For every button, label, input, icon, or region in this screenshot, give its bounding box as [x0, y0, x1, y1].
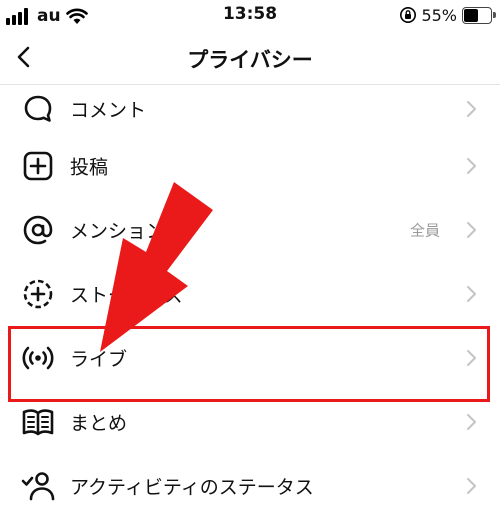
- privacy-settings-list: コメント 投稿 メンション 全員 ストーリーズ ライブ まとめ アクティビティの…: [0, 84, 500, 518]
- settings-item-posts[interactable]: 投稿: [0, 134, 500, 198]
- plus-square-icon: [23, 151, 53, 181]
- chevron-right-icon: [467, 414, 476, 430]
- guides-book-icon: [22, 409, 54, 436]
- settings-item-label: メンション: [70, 220, 166, 243]
- settings-item-label: まとめ: [70, 412, 128, 435]
- status-bar: au 13:58 55%: [0, 0, 500, 32]
- chevron-right-icon: [467, 101, 476, 117]
- settings-item-label: 投稿: [70, 156, 109, 179]
- page-title: プライバシー: [187, 48, 313, 72]
- story-plus-icon: [23, 279, 53, 309]
- comment-bubble-icon: [24, 95, 52, 122]
- settings-item-activity-status[interactable]: アクティビティのステータス: [0, 454, 500, 518]
- settings-item-stories[interactable]: ストーリーズ: [0, 262, 500, 326]
- chevron-right-icon: [467, 158, 476, 174]
- settings-item-value: 全員: [409, 221, 440, 240]
- settings-item-comments[interactable]: コメント: [0, 84, 500, 134]
- settings-item-label: ストーリーズ: [70, 284, 184, 307]
- highlight-box: [8, 326, 490, 402]
- chevron-right-icon: [467, 286, 476, 302]
- battery-percent: 55%: [421, 5, 457, 25]
- chevron-right-icon: [467, 478, 476, 494]
- settings-item-mentions[interactable]: メンション 全員: [0, 198, 500, 262]
- at-sign-icon: [23, 215, 53, 245]
- activity-user-check-icon: [21, 472, 55, 501]
- orientation-lock-icon: [400, 7, 417, 23]
- battery-icon: [462, 6, 496, 24]
- chevron-right-icon: [467, 222, 476, 238]
- settings-item-label: コメント: [70, 99, 147, 122]
- navigation-header: プライバシー: [0, 32, 500, 85]
- settings-item-label: アクティビティのステータス: [70, 476, 314, 499]
